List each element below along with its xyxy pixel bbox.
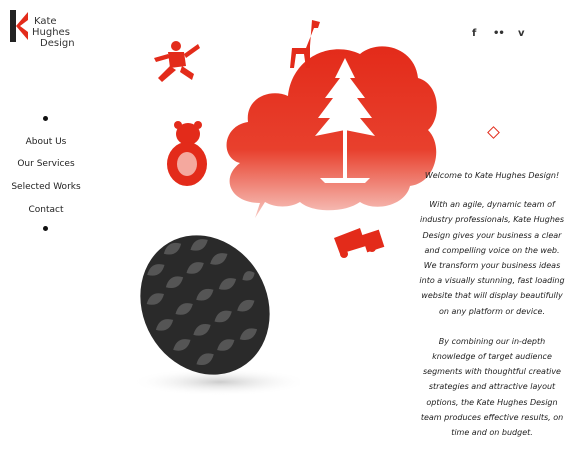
logo-line-1: Kate (34, 16, 57, 27)
truck-illustration (334, 228, 385, 258)
bear-illustration (167, 121, 207, 186)
nav-our-services[interactable]: Our Services (0, 159, 92, 169)
nav-dot-bottom (43, 226, 48, 231)
logo-text: Kate Hughes Design (32, 16, 75, 49)
diamond-icon (487, 126, 500, 139)
nav-about-us[interactable]: About Us (0, 137, 92, 147)
welcome-heading: Welcome to Kate Hughes Design! (424, 171, 560, 180)
giraffe-illustration (290, 20, 320, 68)
logo[interactable]: Kate Hughes Design (8, 10, 88, 54)
intro-paragraph-1: With an agile, dynamic team of industry … (419, 200, 565, 316)
vimeo-icon[interactable]: v (518, 28, 525, 39)
logo-line-2: Hughes (32, 27, 70, 38)
intro-paragraph-2: By combining our in-depth knowledge of t… (420, 336, 564, 438)
logo-k-icon (10, 10, 28, 42)
intro-text: Welcome to Kate Hughes Design! With an a… (418, 168, 566, 455)
flickr-icon[interactable]: •• (493, 28, 505, 39)
jumping-man-illustration (154, 41, 200, 82)
nav-contact[interactable]: Contact (0, 205, 92, 215)
facebook-icon[interactable]: f (472, 28, 476, 39)
nav-dot-top (43, 116, 48, 121)
nav-selected-works[interactable]: Selected Works (0, 182, 92, 192)
pinecone-image (130, 235, 300, 396)
logo-line-3: Design (40, 38, 75, 49)
